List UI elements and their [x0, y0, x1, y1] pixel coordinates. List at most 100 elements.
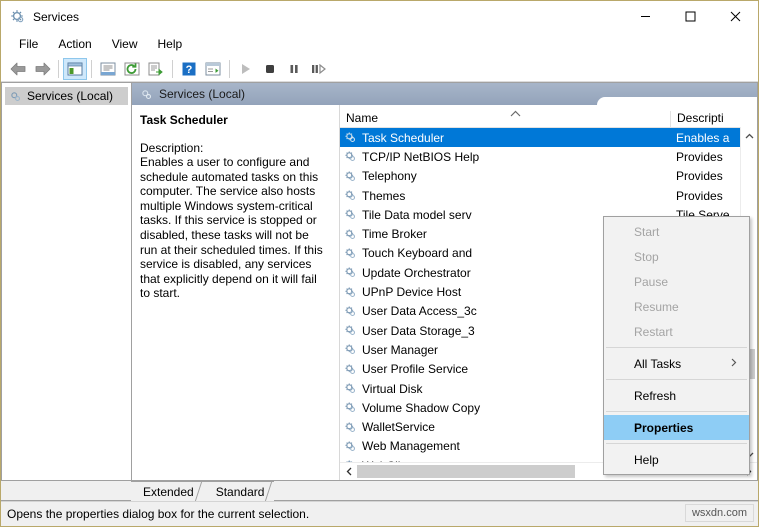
service-name: Touch Keyboard and [362, 246, 473, 261]
menu-help[interactable]: Help [148, 34, 193, 54]
service-name: WalletService [362, 420, 435, 435]
status-bar: Opens the properties dialog box for the … [1, 501, 758, 526]
window-controls [623, 1, 758, 32]
restart-service-icon [306, 58, 330, 80]
status-text: Opens the properties dialog box for the … [7, 507, 310, 521]
chevron-up-icon [510, 108, 521, 120]
service-name: Web Management [362, 439, 460, 454]
service-name: TCP/IP NetBIOS Help [362, 149, 480, 164]
row-name-cell: Task Scheduler [340, 131, 670, 145]
row-name-cell: Telephony [340, 169, 670, 183]
forward-icon[interactable] [30, 58, 54, 80]
list-column-headers: Name Descripti [340, 105, 757, 128]
service-name: Virtual Disk [362, 381, 423, 396]
services-gear-icon [344, 401, 357, 414]
services-gear-icon [344, 189, 357, 202]
table-row[interactable]: Telephony Provides [340, 167, 757, 186]
column-header-name[interactable]: Name [340, 108, 670, 127]
view-tabs: Extended Standard [1, 481, 758, 501]
horizontal-scroll-thumb[interactable] [357, 465, 575, 478]
tree-node-services-local[interactable]: Services (Local) [5, 87, 128, 105]
menu-file[interactable]: File [9, 34, 48, 54]
services-gear-icon [344, 343, 357, 356]
service-name: User Data Access_3c [362, 304, 477, 319]
services-gear-icon [344, 208, 357, 221]
menu-item-label: All Tasks [634, 356, 682, 371]
tab-standard[interactable]: Standard [203, 481, 283, 501]
context-menu-item-properties[interactable]: Properties [604, 415, 749, 440]
services-window: Services File Action View Help ? Service… [0, 0, 759, 527]
refresh-icon[interactable] [120, 58, 144, 80]
context-menu-item-refresh[interactable]: Refresh [604, 383, 749, 408]
services-gear-icon [344, 324, 357, 337]
toolbar-separator [91, 59, 92, 78]
services-gear-icon [344, 266, 357, 279]
services-gear-icon [344, 440, 357, 453]
service-name: User Manager [362, 342, 439, 357]
export-list-icon[interactable] [144, 58, 168, 80]
context-menu-item-pause: Pause [604, 269, 749, 294]
context-menu-item-help[interactable]: Help [604, 447, 749, 472]
close-button[interactable] [713, 1, 758, 32]
menu-item-label: Resume [634, 299, 679, 314]
table-row[interactable]: Task Scheduler Enables a [340, 128, 757, 148]
scroll-up-icon[interactable] [741, 127, 757, 144]
pane-header-label: Services (Local) [159, 87, 246, 101]
services-gear-icon [344, 363, 357, 376]
scroll-left-icon[interactable] [340, 463, 357, 480]
column-header-name-label: Name [346, 111, 379, 125]
selected-service-title: Task Scheduler [140, 113, 228, 127]
menu-item-label: Refresh [634, 388, 677, 403]
watermark: wsxdn.com [684, 504, 754, 522]
console-tree-pane: Services (Local) [1, 82, 131, 481]
context-menu-item-stop: Stop [604, 244, 749, 269]
menu-view[interactable]: View [102, 34, 148, 54]
details-pane: Services (Local) Task Scheduler Descript… [131, 82, 758, 481]
service-name: Time Broker [362, 227, 427, 242]
table-row[interactable]: TCP/IP NetBIOS Help Provides [340, 147, 757, 166]
pause-service-icon [282, 58, 306, 80]
toolbar-separator [172, 59, 173, 78]
service-name: User Profile Service [362, 362, 469, 377]
tab-extended-label: Extended [143, 484, 194, 499]
service-name: Telephony [362, 169, 417, 184]
menu-item-label: Help [634, 452, 659, 467]
back-icon[interactable] [6, 58, 30, 80]
row-name-cell: TCP/IP NetBIOS Help [340, 150, 670, 164]
context-menu-item-restart: Restart [604, 319, 749, 344]
services-gear-icon [140, 88, 153, 101]
service-name: Themes [362, 188, 406, 203]
tab-extended[interactable]: Extended [131, 481, 212, 501]
column-header-description[interactable]: Descripti [670, 111, 757, 127]
menu-item-label: Stop [634, 249, 659, 264]
menu-separator [606, 347, 747, 348]
services-gear-icon [344, 228, 357, 241]
service-description-panel: Task Scheduler Description: Enables a us… [132, 105, 340, 480]
view-list-icon[interactable] [201, 58, 225, 80]
context-menu-item-all-tasks[interactable]: All Tasks [604, 351, 749, 376]
row-name-cell: Themes [340, 189, 670, 203]
toolbar-separator [229, 59, 230, 78]
menu-separator [606, 443, 747, 444]
services-gear-icon [344, 382, 357, 395]
menu-separator [606, 379, 747, 380]
services-gear-icon [344, 131, 357, 144]
context-menu-item-start: Start [604, 219, 749, 244]
menu-item-label: Restart [634, 324, 673, 339]
maximize-button[interactable] [668, 1, 713, 32]
show-hide-tree-icon[interactable] [63, 57, 87, 80]
minimize-button[interactable] [623, 1, 668, 32]
service-name: Update Orchestrator [362, 265, 471, 280]
help-icon[interactable]: ? [177, 58, 201, 80]
services-gear-icon [344, 305, 357, 318]
pane-header: Services (Local) [132, 83, 757, 105]
table-row[interactable]: Themes Provides [340, 186, 757, 205]
service-name: UPnP Device Host [362, 285, 462, 300]
menu-item-label: Properties [634, 420, 694, 435]
menu-action[interactable]: Action [48, 34, 101, 54]
properties-icon[interactable] [96, 58, 120, 80]
services-gear-icon [10, 9, 26, 25]
menu-item-label: Start [634, 224, 660, 239]
context-menu[interactable]: Start Stop Pause Resume Restart All Tasks Refr… [603, 216, 750, 475]
column-header-description-label: Descripti [677, 111, 724, 125]
